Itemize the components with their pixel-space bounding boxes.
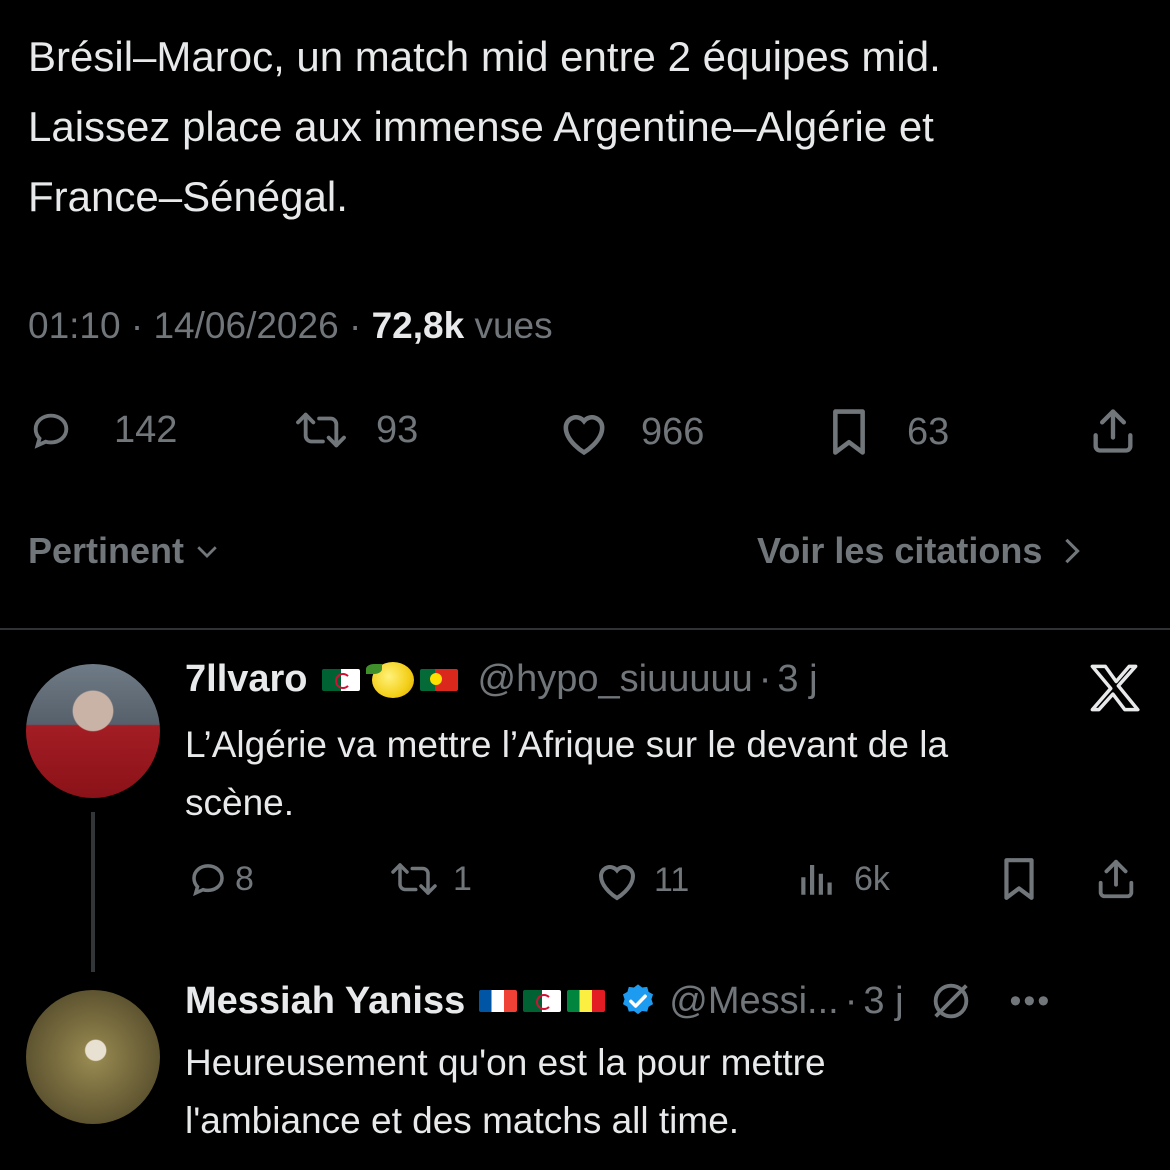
senegal-flag-icon bbox=[567, 990, 606, 1012]
x-logo-icon bbox=[1088, 664, 1140, 717]
retweet-count: 93 bbox=[376, 408, 419, 451]
reply-time: 3 j bbox=[863, 979, 904, 1022]
views-label: vues bbox=[474, 305, 553, 346]
sort-label: Pertinent bbox=[28, 530, 185, 571]
chevron-down-icon bbox=[197, 546, 217, 558]
france-flag-icon bbox=[479, 990, 518, 1012]
reply-text: L’Algérie va mettre l’Afrique sur le dev… bbox=[185, 716, 948, 832]
tweet-text-line: France–Sénégal. bbox=[28, 173, 348, 220]
reply-header: 7llvaro @hypo_siuuuuu · 3 j bbox=[185, 658, 818, 701]
sort-dropdown[interactable]: Pertinent bbox=[28, 530, 222, 572]
reply-icon bbox=[33, 413, 69, 449]
view-quotes-label: Voir les citations bbox=[757, 530, 1043, 571]
lemon-icon bbox=[365, 661, 414, 698]
divider bbox=[0, 628, 1170, 630]
tweet-text-line: Brésil–Maroc, un match mid entre 2 équip… bbox=[28, 33, 941, 80]
like-button[interactable]: 966 bbox=[555, 407, 704, 457]
reply-count: 142 bbox=[114, 408, 178, 451]
bookmark-button[interactable]: 63 bbox=[825, 407, 949, 457]
bookmark-icon bbox=[833, 409, 865, 455]
reply-text-line: l'ambiance et des matchs all time. bbox=[185, 1100, 740, 1141]
tweet-text: Brésil–Maroc, un match mid entre 2 équip… bbox=[28, 22, 1148, 232]
name-emojis bbox=[321, 661, 464, 698]
reply-icon bbox=[192, 864, 224, 897]
share-icon bbox=[1098, 859, 1134, 899]
views-count: 6k bbox=[854, 859, 890, 898]
like-icon bbox=[598, 865, 636, 901]
tweet-meta: 01:10 · 14/06/2026 · 72,8k vues bbox=[28, 305, 553, 347]
grok-icon[interactable] bbox=[928, 978, 974, 1024]
bookmark-count: 63 bbox=[907, 410, 950, 453]
share-icon bbox=[1093, 409, 1133, 453]
reply-button[interactable]: 142 bbox=[28, 407, 177, 453]
reply-button[interactable]: 8 bbox=[187, 858, 254, 900]
views-count: 72,8k bbox=[371, 305, 465, 346]
verified-badge-icon bbox=[623, 984, 654, 1015]
algeria-flag-icon bbox=[321, 668, 360, 691]
algeria-flag-icon bbox=[523, 990, 562, 1012]
separator: · bbox=[758, 658, 772, 700]
handle[interactable]: @hypo_siuuuuu bbox=[478, 658, 753, 701]
reply-text-line: scène. bbox=[185, 782, 295, 823]
tweet-text-line: Laissez place aux immense Argentine–Algé… bbox=[28, 103, 934, 150]
avatar[interactable] bbox=[26, 664, 160, 798]
views-button[interactable]: 6k bbox=[796, 858, 890, 900]
reply-text-line: L’Algérie va mettre l’Afrique sur le dev… bbox=[185, 724, 949, 765]
separator: · bbox=[130, 305, 144, 346]
separator: · bbox=[348, 305, 362, 346]
tweet-date: 14/06/2026 bbox=[153, 305, 339, 346]
more-icon[interactable]: ••• bbox=[1010, 982, 1052, 1021]
like-count: 11 bbox=[654, 860, 690, 899]
chevron-right-icon bbox=[1065, 538, 1081, 564]
handle[interactable]: @Messi... bbox=[669, 980, 838, 1023]
reply-text: Heureusement qu'on est la pour mettre l'… bbox=[185, 1034, 826, 1150]
display-name[interactable]: Messiah Yaniss bbox=[185, 980, 465, 1023]
reply-time: 3 j bbox=[777, 658, 818, 700]
thread-line bbox=[91, 812, 95, 972]
reply-text-line: Heureusement qu'on est la pour mettre bbox=[185, 1042, 826, 1083]
view-quotes-link[interactable]: Voir les citations bbox=[757, 530, 1086, 572]
bookmark-button[interactable] bbox=[998, 856, 1040, 902]
retweet-button[interactable]: 93 bbox=[288, 407, 418, 453]
avatar[interactable] bbox=[26, 990, 160, 1124]
reply-count: 8 bbox=[235, 859, 254, 898]
share-button[interactable] bbox=[1087, 405, 1139, 457]
display-name[interactable]: 7llvaro bbox=[185, 658, 308, 701]
views-icon bbox=[801, 865, 832, 895]
tweet-time: 01:10 bbox=[28, 305, 121, 346]
like-count: 966 bbox=[641, 410, 705, 453]
like-button[interactable]: 11 bbox=[592, 858, 689, 902]
retweet-icon bbox=[296, 412, 346, 448]
separator: · bbox=[844, 979, 858, 1022]
reply-header: Messiah Yaniss @Messi... · 3 j ••• bbox=[185, 978, 1051, 1024]
bookmark-icon bbox=[1004, 858, 1034, 900]
share-button[interactable] bbox=[1093, 856, 1139, 902]
portugal-flag-icon bbox=[419, 668, 458, 691]
retweet-button[interactable]: 1 bbox=[385, 858, 472, 900]
retweet-count: 1 bbox=[453, 859, 472, 898]
like-icon bbox=[563, 415, 605, 456]
retweet-icon bbox=[391, 863, 437, 895]
name-emojis bbox=[479, 990, 611, 1012]
